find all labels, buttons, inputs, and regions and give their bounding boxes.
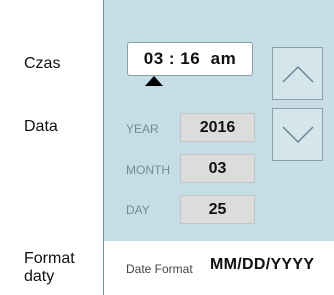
year-field[interactable]: 2016: [180, 113, 255, 142]
increment-button[interactable]: [272, 47, 323, 100]
time-label: Czas: [24, 55, 61, 72]
time-input[interactable]: 03 : 16 am: [127, 42, 253, 76]
date-label: Data: [24, 118, 58, 135]
decrement-button[interactable]: [272, 108, 323, 161]
day-label: DAY: [126, 203, 150, 217]
month-field[interactable]: 03: [180, 154, 255, 183]
caret-up-icon: [145, 76, 163, 86]
date-format-label: Format daty: [24, 250, 75, 285]
day-field[interactable]: 25: [180, 195, 255, 224]
chevron-down-icon: [281, 125, 314, 143]
year-label: YEAR: [126, 122, 159, 136]
date-format-caption: Date Format: [126, 262, 193, 276]
chevron-up-icon: [281, 65, 314, 83]
month-label: MONTH: [126, 163, 170, 177]
date-format-value[interactable]: MM/DD/YYYY: [210, 256, 314, 274]
